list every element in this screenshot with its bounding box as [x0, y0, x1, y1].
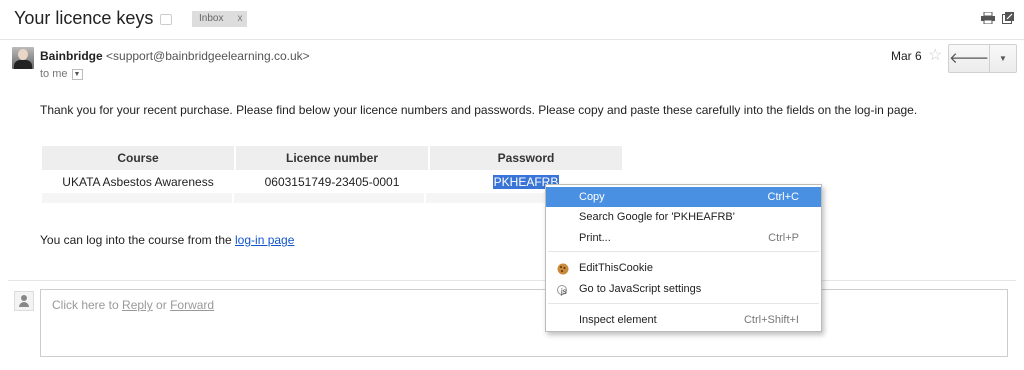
recipient-text: to me — [40, 68, 68, 80]
inbox-label-text: Inbox — [199, 13, 224, 24]
menu-item-label: Copy — [579, 191, 605, 203]
menu-item-label: Print... — [579, 232, 611, 244]
sender-avatar — [12, 47, 34, 69]
cookie-icon — [557, 262, 569, 275]
reply-divider — [8, 280, 1016, 281]
column-header-course: Course — [42, 146, 234, 170]
column-header-password: Password — [430, 146, 622, 170]
menu-item-shortcut: Ctrl+P — [768, 232, 799, 244]
menu-item-editthiscookie[interactable]: EditThisCookie — [546, 258, 821, 278]
reply-link[interactable]: Reply — [122, 298, 153, 312]
table-bottom — [42, 193, 616, 203]
menu-item-shortcut: Ctrl+C — [767, 191, 799, 203]
svg-text:js: js — [560, 287, 567, 296]
menu-item-shortcut: Ctrl+Shift+I — [743, 314, 799, 326]
menu-separator — [548, 251, 819, 252]
forward-link[interactable]: Forward — [170, 298, 214, 312]
menu-item-copy[interactable]: Copy Ctrl+C — [546, 187, 821, 207]
menu-item-javascript-settings[interactable]: js Go to JavaScript settings — [546, 279, 821, 299]
new-window-icon[interactable] — [1002, 12, 1016, 24]
reply-button[interactable]: 🡐 — [948, 44, 990, 73]
menu-item-label: Search Google for 'PKHEAFRB' — [579, 211, 735, 223]
recipient-line: to me ▼ — [40, 68, 83, 80]
course-cell: UKATA Asbestos Awareness — [62, 175, 214, 189]
reply-or: or — [152, 298, 171, 312]
header-divider — [0, 39, 1024, 40]
email-subject: Your licence keys — [14, 8, 154, 28]
remove-label-button[interactable]: x — [237, 13, 242, 24]
licence-cell: 0603151749-23405-0001 — [264, 175, 400, 189]
login-line: You can log into the course from the log… — [40, 233, 294, 247]
licence-table: Course Licence number Password UKATA Asb… — [40, 146, 624, 194]
message-body: Thank you for your recent purchase. Plea… — [40, 103, 918, 117]
menu-item-label: EditThisCookie — [579, 262, 653, 274]
star-icon[interactable]: ☆ — [928, 45, 942, 65]
menu-item-search-google[interactable]: Search Google for 'PKHEAFRB' — [546, 207, 821, 227]
menu-separator — [548, 303, 819, 304]
important-marker-icon[interactable] — [160, 14, 172, 25]
sender-email: <support@bainbridgeelearning.co.uk> — [106, 49, 310, 63]
table-row: UKATA Asbestos Awareness 0603151749-2340… — [42, 170, 622, 194]
login-page-link[interactable]: log-in page — [235, 233, 294, 247]
reply-prompt: Click here to Reply or Forward — [52, 298, 214, 312]
column-header-licence: Licence number — [236, 146, 428, 170]
sender: Bainbridge <support@bainbridgeelearning.… — [40, 49, 310, 63]
js-icon: js — [557, 283, 569, 296]
reply-prefix: Click here to — [52, 298, 123, 312]
more-actions-button[interactable]: ▼ — [989, 44, 1017, 73]
sender-name[interactable]: Bainbridge — [40, 49, 103, 63]
message-date: Mar 6 — [891, 49, 922, 63]
context-menu: Copy Ctrl+C Search Google for 'PKHEAFRB'… — [545, 184, 822, 332]
person-icon — [14, 291, 34, 311]
menu-item-label: Go to JavaScript settings — [579, 283, 702, 295]
menu-item-print[interactable]: Print... Ctrl+P — [546, 228, 821, 248]
reply-arrow-icon: 🡐 — [949, 50, 990, 67]
login-prefix: You can log into the course from the — [40, 233, 236, 247]
printer-icon[interactable] — [981, 11, 995, 25]
menu-item-label: Inspect element — [579, 314, 657, 326]
details-dropdown-icon[interactable]: ▼ — [71, 68, 83, 80]
reply-box[interactable]: Click here to Reply or Forward — [40, 289, 1008, 357]
chevron-down-icon: ▼ — [999, 54, 1007, 63]
menu-item-inspect-element[interactable]: Inspect element Ctrl+Shift+I — [546, 310, 821, 330]
inbox-label[interactable]: Inbox x — [192, 11, 248, 27]
